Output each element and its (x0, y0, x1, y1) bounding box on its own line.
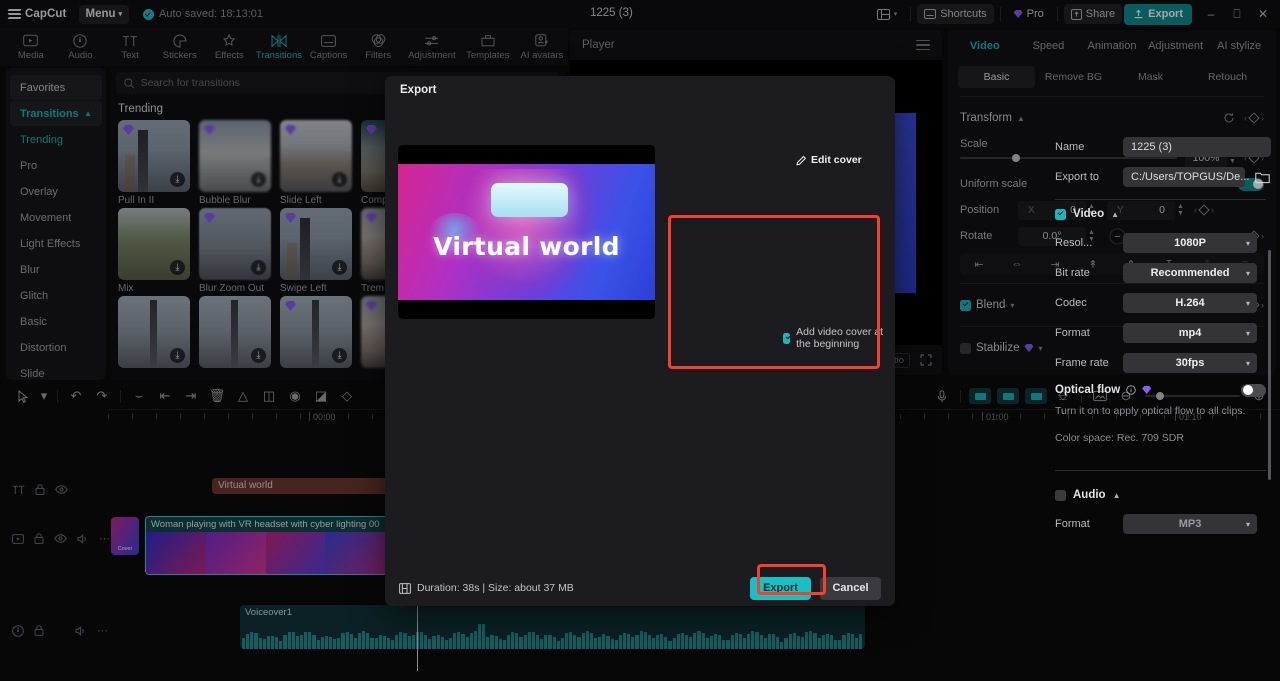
bitrate-select[interactable]: Recommended ▾ (1123, 263, 1257, 283)
export-info-label: Duration: 38s | Size: about 37 MB (417, 582, 574, 594)
info-icon[interactable] (1126, 385, 1136, 395)
codec-row: Codec H.264 ▾ (1043, 288, 1278, 318)
cover-image: Virtual world (398, 164, 655, 300)
optical-flow-toggle[interactable] (1241, 384, 1266, 397)
export-dialog: Export Virtual world Edit cover Add vide… (385, 76, 895, 606)
cover-caption: Virtual world (398, 232, 655, 261)
bitrate-value: Recommended (1151, 267, 1230, 279)
format-label: Format (1055, 327, 1123, 339)
footer-buttons: Export Cancel (750, 577, 881, 600)
dialog-body: Virtual world Edit cover Add video cover… (385, 104, 895, 570)
chevron-down-icon: ▾ (1246, 269, 1250, 278)
edit-cover-button[interactable]: Edit cover (796, 154, 862, 166)
framerate-row: Frame rate 30fps ▾ (1043, 348, 1278, 378)
dialog-footer: Duration: 38s | Size: about 37 MB Export… (385, 570, 895, 606)
chevron-down-icon: ▾ (1246, 359, 1250, 368)
name-label: Name (1055, 141, 1123, 153)
video-group-label: Video (1073, 208, 1104, 220)
audio-group-checkbox[interactable] (1055, 490, 1066, 501)
film-icon (399, 583, 411, 594)
framerate-label: Frame rate (1055, 357, 1123, 369)
video-group-header[interactable]: Video ▲ (1043, 200, 1278, 228)
resolution-row: Resol... 1080P ▾ (1043, 228, 1278, 258)
pencil-icon (796, 155, 807, 166)
add-cover-checkbox[interactable] (783, 333, 790, 344)
divider (1055, 470, 1266, 471)
cover-vr-headset (491, 183, 568, 217)
gem-icon (1142, 386, 1151, 394)
audio-format-label: Format (1055, 518, 1123, 530)
chevron-down-icon: ▾ (1246, 520, 1250, 529)
optical-flow-hint: Turn it on to apply optical flow to all … (1043, 402, 1278, 421)
capcut-window: CapCut Menu ▾ Auto saved: 18:13:01 1225 … (0, 0, 1280, 681)
chevron-up-icon: ▲ (1111, 210, 1119, 219)
chevron-down-icon: ▾ (1246, 239, 1250, 248)
video-group-checkbox[interactable] (1055, 209, 1066, 220)
resolution-label: Resol... (1055, 237, 1123, 249)
folder-icon[interactable] (1253, 168, 1271, 186)
format-select[interactable]: mp4 ▾ (1123, 323, 1257, 343)
format-value: mp4 (1179, 327, 1202, 339)
chevron-up-icon: ▲ (1113, 491, 1121, 500)
bitrate-label: Bit rate (1055, 267, 1123, 279)
name-input[interactable]: 1225 (3) (1123, 137, 1271, 157)
optical-flow-label: Optical flow (1055, 384, 1120, 396)
settings-scrollbar[interactable] (1268, 250, 1271, 480)
resolution-select[interactable]: 1080P ▾ (1123, 233, 1257, 253)
codec-label: Codec (1055, 297, 1123, 309)
export-info: Duration: 38s | Size: about 37 MB (399, 582, 574, 594)
chevron-down-icon: ▾ (1246, 299, 1250, 308)
export-to-row: Export to C:/Users/TOPGUS/De... (1043, 162, 1278, 192)
add-cover-label: Add video cover at the beginning (796, 326, 895, 350)
audio-group-header[interactable]: Audio ▲ (1043, 481, 1278, 509)
export-path-field[interactable]: C:/Users/TOPGUS/De... (1123, 167, 1245, 187)
codec-value: H.264 (1175, 297, 1204, 309)
audio-format-row: Format MP3 ▾ (1043, 509, 1278, 539)
framerate-select[interactable]: 30fps ▾ (1123, 353, 1257, 373)
optical-flow-row: Optical flow (1043, 378, 1278, 402)
export-confirm-button[interactable]: Export (750, 577, 811, 600)
framerate-value: 30fps (1176, 357, 1205, 369)
dialog-title: Export (385, 76, 895, 104)
audio-format-select[interactable]: MP3 ▾ (1123, 514, 1257, 534)
export-settings: Name 1225 (3) Export to C:/Users/TOPGUS/… (1043, 132, 1278, 598)
codec-select[interactable]: H.264 ▾ (1123, 293, 1257, 313)
add-cover-row[interactable]: Add video cover at the beginning (783, 326, 895, 350)
cancel-button[interactable]: Cancel (820, 577, 881, 600)
edit-cover-label: Edit cover (811, 154, 862, 166)
export-to-label: Export to (1055, 171, 1123, 183)
format-row: Format mp4 ▾ (1043, 318, 1278, 348)
audio-group-label: Audio (1073, 489, 1106, 501)
audio-format-value: MP3 (1179, 518, 1202, 530)
cover-preview[interactable]: Virtual world (398, 145, 655, 319)
resolution-value: 1080P (1174, 237, 1206, 249)
bitrate-row: Bit rate Recommended ▾ (1043, 258, 1278, 288)
chevron-down-icon: ▾ (1246, 329, 1250, 338)
color-space-label: Color space: Rec. 709 SDR (1043, 429, 1278, 448)
name-row: Name 1225 (3) (1043, 132, 1278, 162)
